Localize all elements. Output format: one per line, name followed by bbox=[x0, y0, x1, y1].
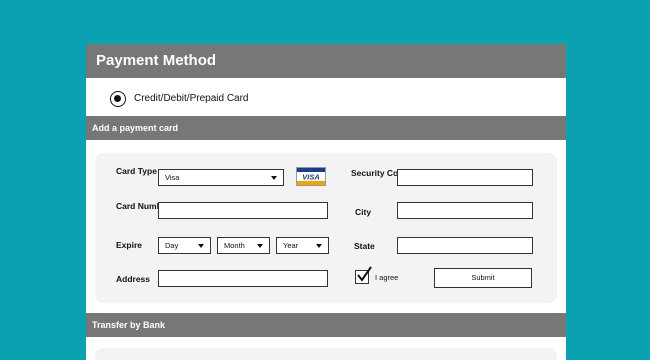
state-label: State bbox=[354, 241, 375, 251]
city-label: City bbox=[355, 207, 372, 217]
svg-text:VISA: VISA bbox=[302, 173, 320, 182]
expire-year-select[interactable]: Year bbox=[276, 237, 329, 254]
submit-button[interactable]: Submit bbox=[434, 268, 532, 288]
chevron-down-icon bbox=[316, 244, 322, 248]
card-number-field[interactable] bbox=[158, 202, 328, 219]
state-field[interactable] bbox=[397, 237, 533, 254]
chevron-down-icon bbox=[271, 176, 277, 180]
chevron-down-icon bbox=[257, 244, 263, 248]
card-radio-button[interactable] bbox=[110, 91, 126, 107]
address-field[interactable] bbox=[158, 270, 328, 287]
card-type-label: Card Type bbox=[116, 166, 157, 176]
chevron-down-icon bbox=[198, 244, 204, 248]
address-label: Address bbox=[116, 274, 151, 284]
bank-transfer-section-header[interactable]: Transfer by Bank bbox=[86, 313, 566, 337]
city-field[interactable] bbox=[397, 202, 533, 219]
bank-transfer-form bbox=[95, 348, 557, 360]
card-option-label[interactable]: Credit/Debit/Prepaid Card bbox=[134, 93, 249, 104]
radio-selected-dot bbox=[114, 95, 121, 102]
expire-day-select[interactable]: Day bbox=[158, 237, 211, 254]
page-title: Payment Method bbox=[86, 44, 566, 78]
payment-panel: Payment Method Credit/Debit/Prepaid Card… bbox=[86, 44, 566, 360]
expire-label: Expire bbox=[116, 240, 142, 250]
card-type-select[interactable]: Visa bbox=[158, 169, 284, 186]
checkmark-icon bbox=[357, 266, 372, 282]
add-card-section-header[interactable]: Add a payment card bbox=[86, 116, 566, 140]
expire-month-select[interactable]: Month bbox=[217, 237, 270, 254]
visa-logo-icon: VISA bbox=[296, 167, 326, 186]
agree-label: I agree bbox=[375, 273, 399, 282]
agree-checkbox[interactable] bbox=[355, 266, 372, 284]
security-code-field[interactable] bbox=[397, 169, 533, 186]
